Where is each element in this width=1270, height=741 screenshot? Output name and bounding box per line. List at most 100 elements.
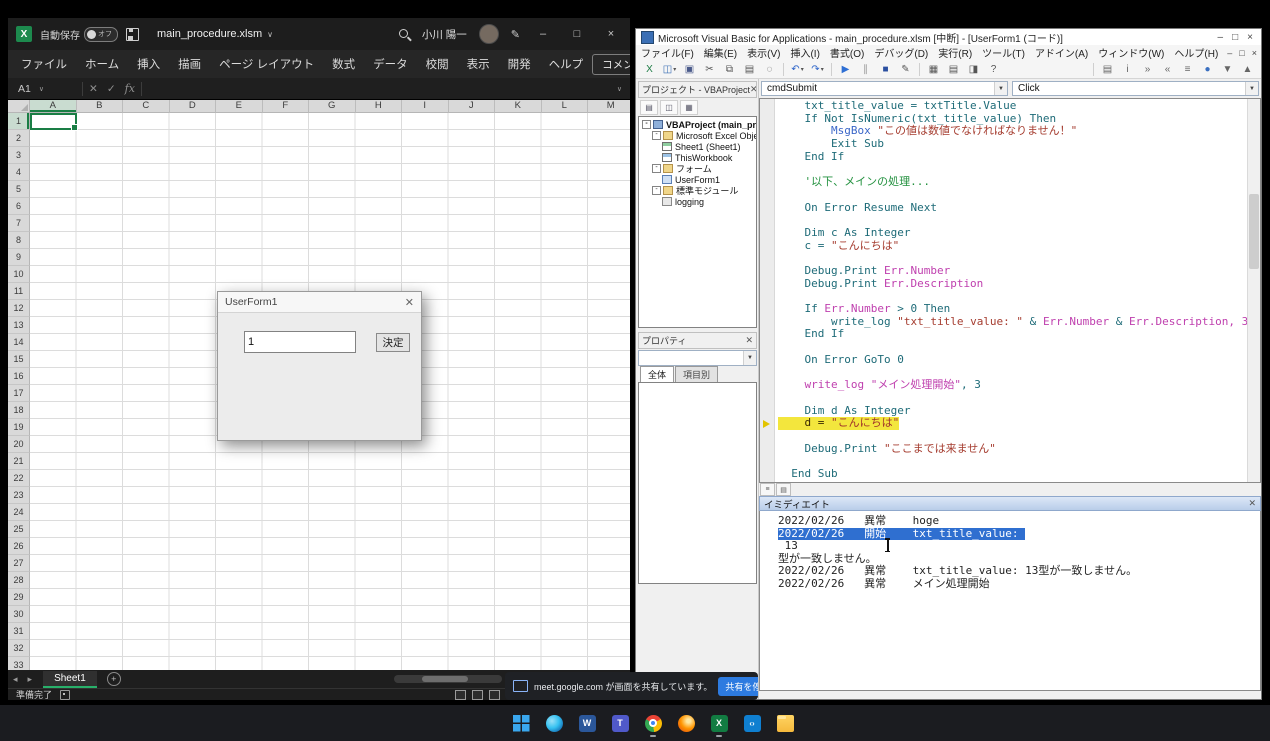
- macro-record-icon[interactable]: [60, 690, 70, 700]
- column-header-G[interactable]: G: [309, 100, 356, 113]
- list-properties-icon[interactable]: ▤: [1098, 61, 1117, 77]
- column-header-E[interactable]: E: [216, 100, 263, 113]
- find-icon[interactable]: ◌: [760, 61, 779, 77]
- page-layout-view-icon[interactable]: [472, 690, 483, 700]
- column-header-B[interactable]: B: [77, 100, 124, 113]
- project-explorer-icon[interactable]: ▦: [924, 61, 943, 77]
- full-module-view-button[interactable]: ▤: [776, 483, 791, 496]
- minimize-button[interactable]: –: [532, 28, 554, 40]
- code-line-18[interactable]: write_log "txt_title_value: " & Err.Numb…: [778, 316, 1248, 329]
- submit-button[interactable]: 決定: [376, 333, 410, 352]
- indent-icon[interactable]: »: [1138, 61, 1157, 77]
- row-header-21[interactable]: 21: [8, 453, 30, 470]
- chevron-down-icon[interactable]: ▼: [994, 82, 1007, 95]
- document-title[interactable]: main_procedure.xlsm ∨: [157, 28, 273, 40]
- ribbon-tab-1[interactable]: ホーム: [76, 52, 128, 76]
- code-line-23[interactable]: write_log "メイン処理開始", 3: [778, 379, 1248, 392]
- quick-info-icon[interactable]: i: [1118, 61, 1137, 77]
- scrollbar-thumb[interactable]: [1249, 194, 1259, 269]
- pen-icon[interactable]: ✎: [511, 28, 520, 41]
- insert-userform-icon[interactable]: ◫▾: [660, 61, 679, 77]
- row-header-29[interactable]: 29: [8, 589, 30, 606]
- paste-icon[interactable]: ▤: [740, 61, 759, 77]
- ribbon-tab-2[interactable]: 挿入: [128, 52, 169, 76]
- add-sheet-button[interactable]: +: [107, 672, 121, 686]
- horizontal-scrollbar[interactable]: [394, 675, 502, 683]
- expand-formula-bar-icon[interactable]: ∨: [609, 85, 630, 93]
- view-code-icon[interactable]: ▤: [640, 100, 658, 115]
- row-header-25[interactable]: 25: [8, 521, 30, 538]
- ribbon-tab-8[interactable]: 表示: [458, 52, 499, 76]
- autosave-switch[interactable]: オフ: [84, 27, 118, 42]
- toggle-folders-icon[interactable]: ▦: [680, 100, 698, 115]
- menu-item-0[interactable]: ファイル(F): [636, 45, 699, 60]
- tree-item-5[interactable]: UserForm1: [640, 174, 756, 185]
- column-header-A[interactable]: A: [30, 100, 77, 113]
- properties-list[interactable]: [638, 382, 757, 584]
- tab-categorized[interactable]: 項目別: [675, 366, 718, 382]
- code-line-21[interactable]: On Error GoTo 0: [778, 354, 1248, 367]
- search-icon[interactable]: [399, 29, 410, 40]
- close-icon[interactable]: ✕: [750, 84, 757, 95]
- undo-icon[interactable]: ↶▾: [788, 61, 807, 77]
- menu-item-4[interactable]: 書式(O): [825, 45, 869, 60]
- comment-block-icon[interactable]: ≡: [1178, 61, 1197, 77]
- row-header-33[interactable]: 33: [8, 657, 30, 670]
- row-header-24[interactable]: 24: [8, 504, 30, 521]
- close-icon[interactable]: ✕: [405, 296, 414, 309]
- row-header-23[interactable]: 23: [8, 487, 30, 504]
- collapse-icon[interactable]: -: [652, 164, 661, 173]
- immediate-window[interactable]: 2022/02/26 異常 hoge2022/02/26 開始 txt_titl…: [759, 511, 1261, 691]
- menu-item-2[interactable]: 表示(V): [742, 45, 785, 60]
- normal-view-icon[interactable]: [455, 690, 466, 700]
- code-line-5[interactable]: End If: [778, 151, 1248, 164]
- menu-item-8[interactable]: アドイン(A): [1030, 45, 1093, 60]
- ribbon-tab-10[interactable]: ヘルプ: [540, 52, 593, 76]
- row-header-12[interactable]: 12: [8, 300, 30, 317]
- view-object-icon[interactable]: ◫: [660, 100, 678, 115]
- tree-item-4[interactable]: -フォーム: [640, 163, 756, 174]
- row-header-9[interactable]: 9: [8, 249, 30, 266]
- ribbon-tab-9[interactable]: 開発: [499, 52, 540, 76]
- cancel-icon[interactable]: ✕: [89, 83, 98, 95]
- row-header-16[interactable]: 16: [8, 368, 30, 385]
- row-header-27[interactable]: 27: [8, 555, 30, 572]
- taskbar-icon-chrome[interactable]: [640, 708, 666, 738]
- row-header-17[interactable]: 17: [8, 385, 30, 402]
- code-line-19[interactable]: End If: [778, 328, 1248, 341]
- column-header-D[interactable]: D: [170, 100, 217, 113]
- menu-item-9[interactable]: ウィンドウ(W): [1093, 45, 1169, 60]
- column-header-H[interactable]: H: [356, 100, 403, 113]
- row-header-3[interactable]: 3: [8, 147, 30, 164]
- cut-icon[interactable]: ✂: [700, 61, 719, 77]
- prev-bookmark-icon[interactable]: ▲: [1238, 61, 1257, 77]
- autosave-toggle[interactable]: 自動保存 オフ: [40, 27, 118, 42]
- row-header-22[interactable]: 22: [8, 470, 30, 487]
- column-header-K[interactable]: K: [495, 100, 542, 113]
- properties-panel-header[interactable]: プロパティ ✕: [638, 332, 757, 349]
- menu-item-6[interactable]: 実行(R): [933, 45, 977, 60]
- column-header-M[interactable]: M: [588, 100, 630, 113]
- reset-icon[interactable]: ■: [876, 61, 895, 77]
- row-header-20[interactable]: 20: [8, 436, 30, 453]
- menu-item-3[interactable]: 挿入(I): [785, 45, 824, 60]
- row-header-7[interactable]: 7: [8, 215, 30, 232]
- menu-item-1[interactable]: 編集(E): [699, 45, 742, 60]
- name-box[interactable]: A1 ∨: [8, 83, 76, 95]
- immediate-line-6[interactable]: 2022/02/26 異常 メイン処理開始: [760, 578, 1260, 591]
- comments-button[interactable]: コメント: [592, 54, 630, 75]
- mdi-restore-button[interactable]: □: [1239, 48, 1244, 58]
- run-icon[interactable]: ▶: [836, 61, 855, 77]
- row-header-14[interactable]: 14: [8, 334, 30, 351]
- close-icon[interactable]: ✕: [745, 335, 753, 346]
- taskbar-icon-excel[interactable]: X: [706, 708, 732, 738]
- tree-item-7[interactable]: logging: [640, 196, 756, 207]
- view-excel-icon[interactable]: X: [640, 61, 659, 77]
- row-header-31[interactable]: 31: [8, 623, 30, 640]
- mdi-minimize-button[interactable]: –: [1227, 48, 1232, 58]
- column-header-I[interactable]: I: [402, 100, 449, 113]
- enter-icon[interactable]: ✓: [107, 83, 116, 95]
- tree-item-0[interactable]: -VBAProject (main_proc: [640, 119, 756, 130]
- row-header-15[interactable]: 15: [8, 351, 30, 368]
- tree-item-1[interactable]: -Microsoft Excel Object: [640, 130, 756, 141]
